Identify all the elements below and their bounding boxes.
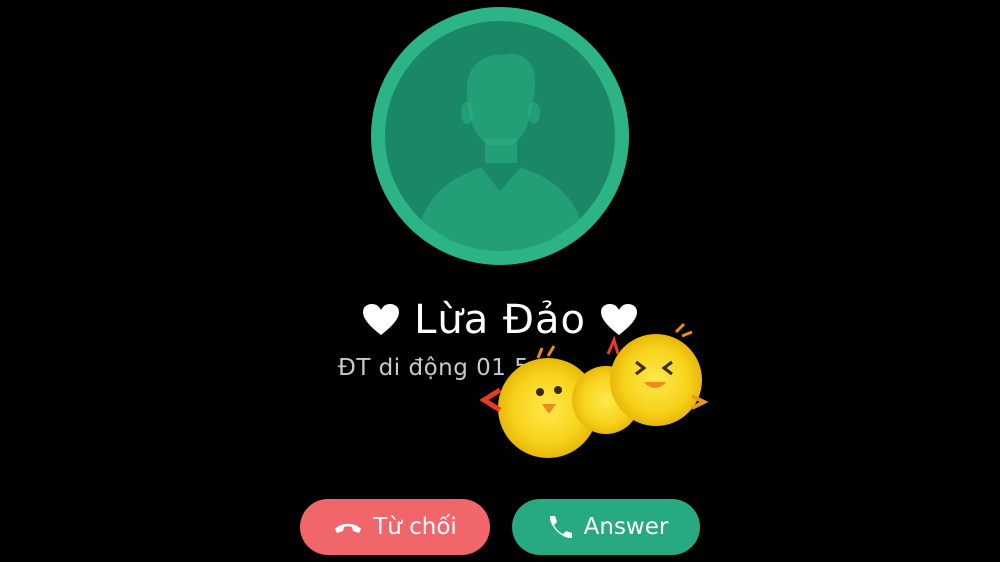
phone-icon — [544, 514, 574, 540]
decline-button-label: Từ chối — [373, 514, 457, 540]
phone-hangup-icon — [333, 514, 363, 540]
avatar-inner-circle — [385, 21, 615, 251]
caller-avatar — [371, 7, 629, 265]
incoming-call-screen: Lừa Đảo ĐT di động 01 5 Từ chối Answer — [0, 0, 1000, 562]
heart-icon — [362, 303, 400, 337]
person-silhouette-icon — [415, 53, 587, 251]
chick-sticker-icon — [479, 322, 709, 458]
answer-button-label: Answer — [583, 514, 669, 540]
answer-button[interactable]: Answer — [512, 499, 700, 555]
decline-button[interactable]: Từ chối — [300, 499, 490, 555]
